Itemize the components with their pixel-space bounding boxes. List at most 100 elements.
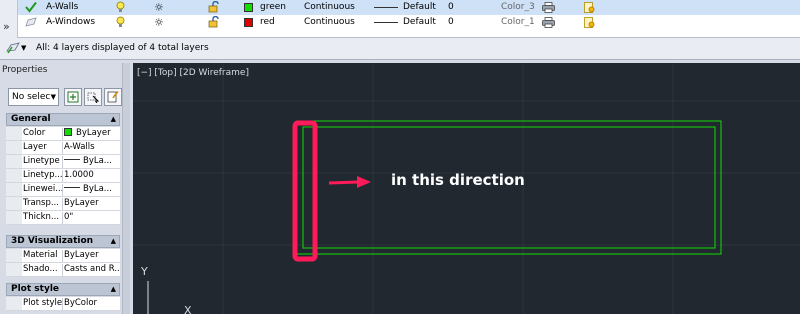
properties-palette: Properties No selec ▼ General ▲ Color ByLa… bbox=[0, 63, 130, 314]
toggle-pickadd-button[interactable] bbox=[64, 88, 82, 106]
section-3d-visualization[interactable]: 3D Visualization ▲ bbox=[6, 235, 120, 248]
lock-open-icon[interactable] bbox=[208, 0, 220, 14]
layer-count-status: All: 4 layers displayed of 4 total layer… bbox=[36, 43, 209, 53]
section-general[interactable]: General ▲ bbox=[6, 113, 120, 126]
chevron-down-icon[interactable]: ▼ bbox=[21, 44, 26, 52]
layer-table: » A-Walls ☼ green Continuous Default 0 C… bbox=[0, 0, 800, 38]
layer-color-swatch[interactable] bbox=[244, 3, 253, 12]
layer-linetype[interactable]: Continuous bbox=[304, 16, 355, 29]
layer-plot-style: Color_3 bbox=[501, 2, 535, 12]
layer-color-name[interactable]: green bbox=[260, 1, 286, 14]
lineweight-sample bbox=[374, 7, 398, 8]
section-plot-style[interactable]: Plot style ▲ bbox=[6, 283, 120, 296]
lock-open-icon[interactable] bbox=[208, 15, 220, 29]
color-swatch bbox=[64, 128, 72, 136]
current-layer-check-icon bbox=[24, 1, 37, 14]
chevron-down-icon[interactable]: ▼ bbox=[51, 89, 56, 105]
property-row[interactable]: Thickn... 0" bbox=[6, 211, 120, 225]
linetype-sample bbox=[64, 159, 80, 160]
property-name: Plot style bbox=[23, 298, 63, 310]
section-title: Plot style bbox=[11, 284, 60, 294]
property-row[interactable]: Layer A-Walls bbox=[6, 141, 120, 155]
new-vp-freeze-icon[interactable] bbox=[584, 17, 595, 28]
layer-transparency[interactable]: 0 bbox=[448, 16, 454, 29]
autocad-window: » A-Walls ☼ green Continuous Default 0 C… bbox=[0, 0, 800, 314]
layer-linetype[interactable]: Continuous bbox=[304, 1, 355, 14]
property-name: Linewei... bbox=[23, 184, 63, 196]
property-name: Layer bbox=[23, 142, 63, 154]
select-objects-icon bbox=[87, 92, 99, 103]
property-value[interactable]: ByLayer bbox=[64, 128, 120, 140]
property-name: Shado... bbox=[23, 264, 63, 276]
property-name: Color bbox=[23, 128, 63, 140]
property-name: Thickn... bbox=[23, 212, 63, 224]
property-row[interactable]: Plot style ByColor bbox=[6, 297, 120, 311]
layer-color-swatch[interactable] bbox=[244, 18, 253, 27]
layer-name[interactable]: A-Walls bbox=[46, 1, 78, 14]
layer-row[interactable]: A-Walls ☼ green Continuous Default 0 Col… bbox=[18, 0, 800, 15]
selection-dropdown[interactable]: No selec ▼ bbox=[8, 88, 59, 106]
layer-row[interactable]: A-Windows ☼ red Continuous Default 0 Col… bbox=[18, 15, 800, 30]
property-value[interactable]: ByLayer bbox=[64, 198, 120, 210]
layer-plot-style: Color_1 bbox=[501, 17, 535, 27]
property-value[interactable]: A-Walls bbox=[64, 142, 120, 154]
expand-chevron-icon[interactable]: » bbox=[3, 20, 10, 33]
printer-icon[interactable] bbox=[542, 17, 555, 28]
select-objects-button[interactable] bbox=[84, 88, 102, 106]
layer-filter-status-bar: ▼ All: 4 layers displayed of 4 total lay… bbox=[0, 38, 800, 60]
layer-transparency[interactable]: 0 bbox=[448, 1, 454, 14]
property-value[interactable]: 0" bbox=[64, 212, 120, 224]
property-row[interactable]: Linewei... ByLa... bbox=[6, 183, 120, 197]
layer-lineweight[interactable]: Default bbox=[403, 1, 436, 14]
pickadd-icon bbox=[67, 91, 79, 103]
property-name: Linetype bbox=[23, 156, 63, 168]
annotation-text: in this direction bbox=[391, 171, 525, 189]
lineweight-sample bbox=[64, 187, 80, 188]
property-name: Transp... bbox=[23, 198, 63, 210]
property-row[interactable]: Color ByLayer bbox=[6, 127, 120, 141]
layer-panel-handle[interactable]: » bbox=[0, 0, 18, 38]
lineweight-sample bbox=[374, 22, 398, 23]
ucs-x-label: X bbox=[184, 304, 192, 314]
property-value[interactable]: ByLa... bbox=[64, 156, 120, 168]
layer-lineweight[interactable]: Default bbox=[403, 16, 436, 29]
property-row[interactable]: Linetype ByLa... bbox=[6, 155, 120, 169]
layer-name[interactable]: A-Windows bbox=[46, 16, 95, 29]
freeze-sun-icon[interactable]: ☼ bbox=[154, 1, 164, 14]
palette-scroll-grip[interactable] bbox=[122, 63, 130, 314]
collapse-icon[interactable]: ▲ bbox=[111, 236, 116, 247]
layer-filter-icon[interactable] bbox=[6, 42, 20, 55]
on-off-bulb-icon[interactable] bbox=[116, 16, 126, 29]
ucs-y-label: Y bbox=[140, 265, 148, 278]
arrow-shaft bbox=[328, 180, 360, 185]
arrow-head bbox=[357, 176, 371, 188]
highlight-box bbox=[292, 120, 318, 262]
property-row[interactable]: Shado... Casts and R... bbox=[6, 263, 120, 277]
viewport-controls-label[interactable]: [−] [Top] [2D Wireframe] bbox=[137, 68, 249, 78]
new-vp-freeze-icon[interactable] bbox=[584, 2, 595, 13]
section-title: 3D Visualization bbox=[11, 236, 94, 246]
drawing-viewport[interactable]: Y X [−] [Top] [2D Wireframe] in this dir… bbox=[133, 63, 800, 314]
palette-title: Properties bbox=[2, 65, 48, 75]
freeze-sun-icon[interactable]: ☼ bbox=[154, 16, 164, 29]
property-name: Linetyp... bbox=[23, 170, 63, 182]
on-off-bulb-icon[interactable] bbox=[116, 1, 126, 14]
property-row[interactable]: Material ByLayer bbox=[6, 249, 120, 263]
printer-icon[interactable] bbox=[542, 2, 555, 13]
section-title: General bbox=[11, 114, 51, 124]
property-value[interactable]: ByLayer bbox=[64, 250, 120, 262]
quick-select-icon bbox=[107, 91, 119, 103]
property-value[interactable]: 1.0000 bbox=[64, 170, 120, 182]
property-value[interactable]: Casts and R... bbox=[64, 264, 120, 276]
layer-color-name[interactable]: red bbox=[260, 16, 275, 29]
layer-status-icon bbox=[24, 16, 37, 29]
collapse-icon[interactable]: ▲ bbox=[111, 284, 116, 295]
quick-select-button[interactable] bbox=[104, 88, 122, 106]
property-value[interactable]: ByColor bbox=[64, 298, 120, 310]
property-name: Material bbox=[23, 250, 63, 262]
property-row[interactable]: Transp... ByLayer bbox=[6, 197, 120, 211]
property-row[interactable]: Linetyp... 1.0000 bbox=[6, 169, 120, 183]
collapse-icon[interactable]: ▲ bbox=[111, 114, 116, 125]
selection-value: No selec bbox=[12, 92, 51, 102]
property-value[interactable]: ByLa... bbox=[64, 184, 120, 196]
